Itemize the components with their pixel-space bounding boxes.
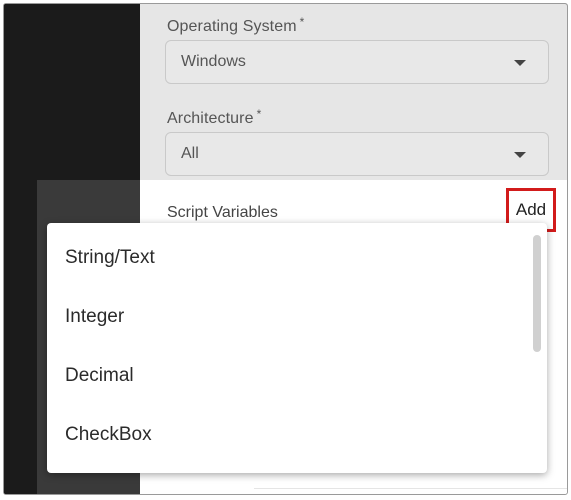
arch-required-mark: * bbox=[256, 107, 262, 121]
variable-type-menu: String/Text Integer Decimal CheckBox bbox=[47, 223, 547, 473]
menu-item-string-text[interactable]: String/Text bbox=[65, 247, 155, 269]
divider bbox=[254, 488, 567, 489]
os-select-value: Windows bbox=[181, 53, 246, 70]
script-variables-label: Script Variables bbox=[167, 204, 278, 221]
menu-item-integer[interactable]: Integer bbox=[65, 306, 124, 328]
os-select[interactable]: Windows bbox=[165, 40, 549, 84]
arch-select[interactable]: All bbox=[165, 132, 549, 176]
os-field-label: Operating System * bbox=[167, 15, 305, 36]
os-label-text: Operating System bbox=[167, 18, 297, 35]
chevron-down-icon bbox=[514, 152, 526, 158]
menu-item-checkbox[interactable]: CheckBox bbox=[65, 424, 152, 446]
os-required-mark: * bbox=[299, 15, 305, 29]
arch-field-label: Architecture * bbox=[167, 107, 262, 128]
menu-scrollbar[interactable] bbox=[533, 235, 541, 352]
chevron-down-icon bbox=[514, 60, 526, 66]
menu-item-decimal[interactable]: Decimal bbox=[65, 365, 134, 387]
arch-label-text: Architecture bbox=[167, 110, 254, 127]
arch-select-value: All bbox=[181, 145, 199, 162]
